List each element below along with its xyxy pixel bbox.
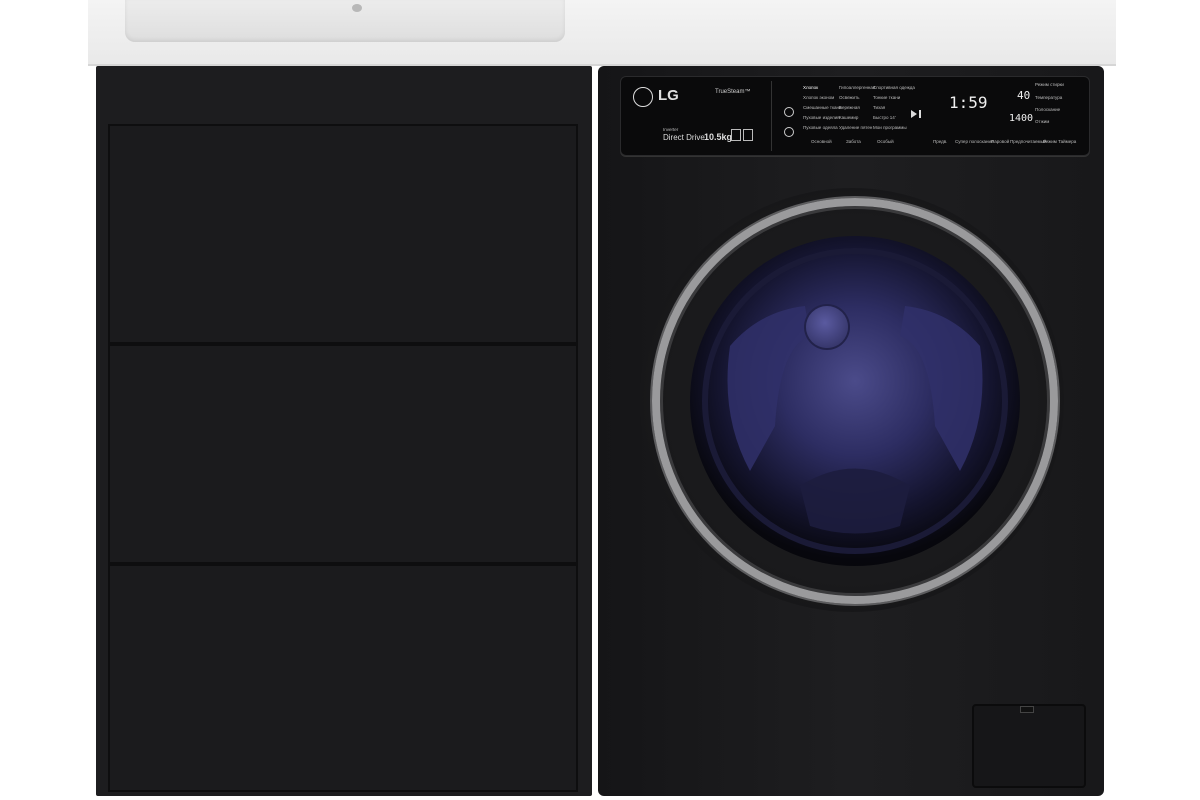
inverter-label: Inverter (663, 127, 679, 132)
program-item[interactable]: Пуховые изделия (803, 115, 840, 120)
program-item[interactable]: Удаление пятен (839, 125, 872, 130)
truesteam-label: TrueSteam™ (715, 89, 751, 95)
mode-label[interactable]: Режим стирки (1035, 82, 1064, 87)
smart-diagnosis-icon (743, 129, 753, 141)
control-panel: LG TrueSteam™ Inverter Direct Drive 10.5… (620, 76, 1090, 156)
program-item[interactable]: Спортивная одежда (873, 85, 915, 90)
option-favorite[interactable]: Предпочитаемый (1010, 139, 1046, 144)
drum-paddle-bottom (800, 468, 910, 534)
faucet-hole-icon (352, 4, 362, 12)
wifi-icon[interactable] (784, 127, 794, 137)
rinse-label[interactable]: Полоскание (1035, 107, 1060, 112)
drawer-middle[interactable] (108, 344, 578, 564)
spin-label[interactable]: Отжим (1035, 119, 1049, 124)
temp-display: 40 (1017, 89, 1031, 102)
drum-interior (702, 248, 1008, 554)
program-item[interactable]: Тонкие ткани (873, 95, 900, 100)
play-pause-icon[interactable] (911, 110, 917, 118)
option-prewash[interactable]: Предв. (933, 139, 947, 144)
program-item[interactable]: Кашемир (839, 115, 858, 120)
program-item[interactable]: Освежить (839, 95, 859, 100)
drum-paddle-right (900, 306, 983, 471)
panel-divider (771, 81, 772, 151)
program-item[interactable]: Пуховые одеяла (803, 125, 838, 130)
lg-logo (633, 87, 653, 107)
group-care: Забота (846, 139, 861, 144)
drawer-top[interactable] (108, 124, 578, 344)
cabinet (96, 66, 592, 796)
sink-basin (125, 0, 565, 42)
program-item[interactable]: Мои программы (873, 125, 907, 130)
filter-latch[interactable] (1020, 706, 1034, 713)
direct-drive-label: Direct Drive (663, 133, 705, 142)
power-icon[interactable] (784, 107, 794, 117)
brand-label: LG (658, 87, 679, 104)
temperature-label[interactable]: Температура (1035, 95, 1062, 100)
program-item[interactable]: Бережная (839, 105, 860, 110)
steam-icon (731, 129, 741, 141)
option-super-rinse[interactable]: Супер полоскание (955, 139, 994, 144)
drum-hub (806, 306, 848, 348)
filter-access-door[interactable] (972, 704, 1086, 788)
drum-paddle-left (727, 306, 810, 471)
option-steam[interactable]: Паровой (991, 139, 1009, 144)
pause-bar-icon (919, 110, 921, 118)
program-item[interactable]: Смешанные ткани (803, 105, 842, 110)
time-display: 1:59 (949, 93, 988, 112)
program-item[interactable]: Быстро 14' (873, 115, 896, 120)
program-item[interactable]: Гипоаллергенная (839, 85, 875, 90)
capacity-label: 10.5kg (704, 132, 733, 142)
group-special: Особый (877, 139, 894, 144)
drawer-bottom[interactable] (108, 564, 578, 792)
program-item[interactable]: Хлопок эконом (803, 95, 834, 100)
option-timer[interactable]: Режим Таймера (1043, 139, 1076, 144)
program-item[interactable]: Хлопок (803, 85, 818, 90)
spin-display: 1400 (1009, 113, 1034, 124)
group-main: Основной (811, 139, 832, 144)
program-item[interactable]: Тихая (873, 105, 885, 110)
